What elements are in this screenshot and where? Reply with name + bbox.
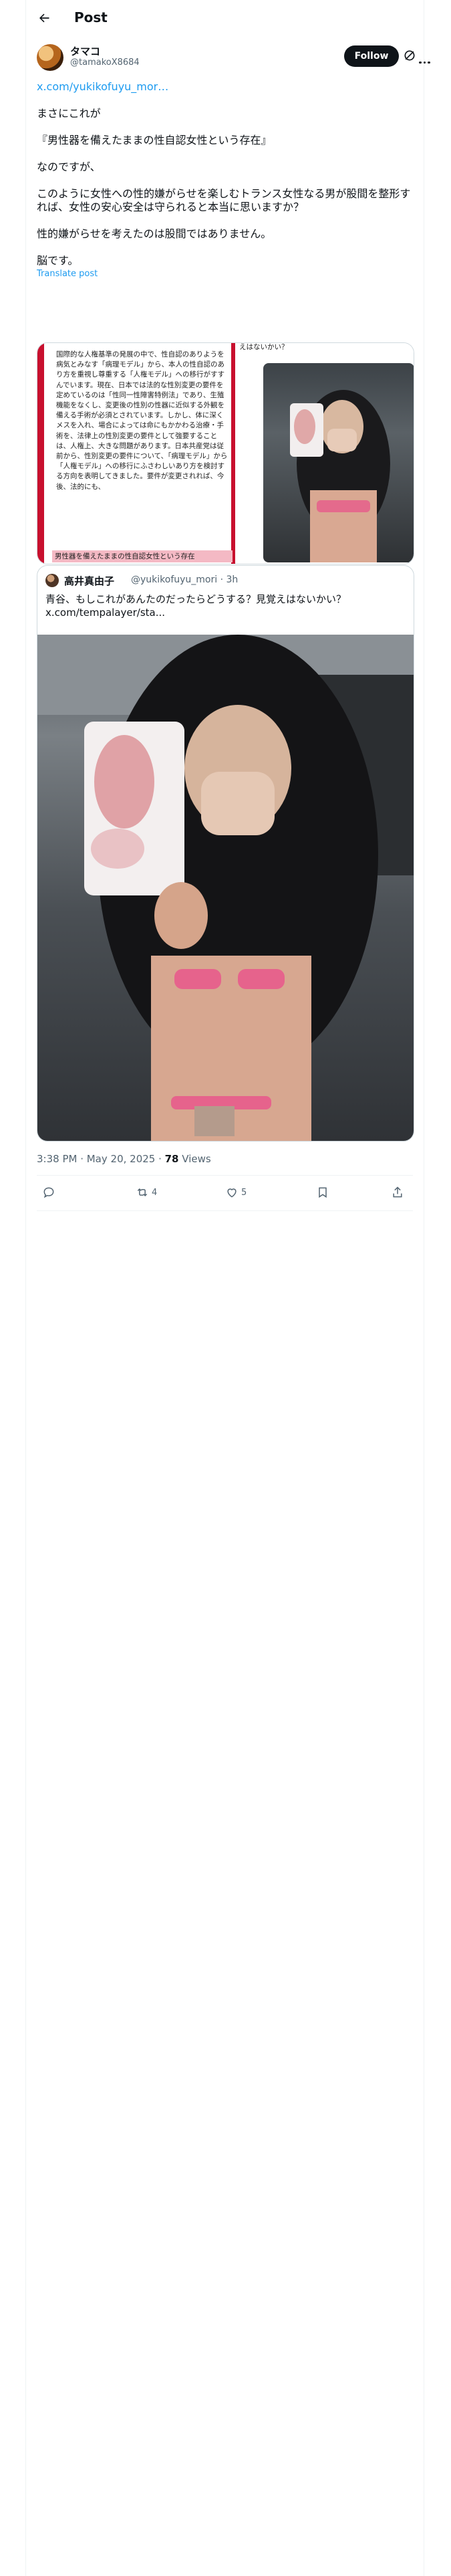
top-bar: Post [26, 0, 424, 35]
repost-icon [137, 1188, 148, 1197]
reply-icon [43, 1187, 54, 1198]
share-button[interactable] [391, 1185, 407, 1200]
post-link[interactable]: x.com/yukikofuyu_mor… [37, 80, 413, 94]
post-timestamp[interactable]: 3:38 PM · May 20, 2025 · [37, 1153, 165, 1165]
repost-count: 4 [152, 1187, 158, 1198]
quoted-post[interactable]: 高井真由子 @yukikofuyu_mori · 3h 青谷、もしこれがあんたの… [37, 565, 414, 1142]
post-line: 性的嫌がらせを考えたのは股間ではありません。 [37, 227, 272, 240]
post-meta: 3:38 PM · May 20, 2025 · 78 Views [37, 1153, 211, 1165]
grok-icon[interactable] [403, 49, 416, 62]
repost-button[interactable]: 4 [136, 1185, 157, 1200]
heart-icon [227, 1188, 237, 1198]
views-label: Views [178, 1153, 211, 1165]
quote-text: 青谷、もしこれがあんたのだったらどうする？見覚えはないかい？ x.com/tem… [45, 593, 406, 619]
reply-button[interactable] [42, 1185, 58, 1200]
like-count: 5 [241, 1187, 247, 1198]
photo-caption: えはないかい？ [239, 343, 289, 351]
post-media[interactable]: 国際的な人権基準の発展の中で、性自認のありようを病気とみなす「病理モデル」から、… [37, 342, 414, 564]
post-line: このように女性への性的嫌がらせを楽しむトランス女性なる男が股間を整形すれば、女性… [37, 187, 411, 213]
more-icon[interactable] [419, 53, 432, 64]
follow-button[interactable]: Follow [344, 45, 399, 67]
views-count: 78 [164, 1153, 179, 1165]
post-line: 脳です。 [37, 254, 79, 267]
post-line: なのですが、 [37, 160, 101, 173]
highlight-text: 男性器を備えたままの性自認女性という存在 [55, 552, 195, 560]
like-button[interactable]: 5 [225, 1185, 247, 1200]
quote-photo-figure [37, 635, 414, 1141]
post-line: 『男性器を備えたままの性自認女性という存在』 [37, 134, 272, 146]
quote-author-name: 高井真由子 [64, 575, 115, 587]
author-handle[interactable]: @tamakoX8684 [70, 58, 140, 68]
quote-author-handle: @yukikofuyu_mori · 3h [131, 574, 239, 585]
document-image: 国際的な人権基準の発展の中で、性自認のありようを病気とみなす「病理モデル」から、… [37, 343, 235, 564]
share-icon [393, 1186, 402, 1198]
bookmark-button[interactable] [316, 1185, 332, 1200]
page-title: Post [74, 9, 108, 25]
arrow-left-icon [39, 13, 49, 23]
post-text: x.com/yukikofuyu_mor… まさにこれが 『男性器を備えたままの… [37, 80, 413, 281]
post-line: まさにこれが [37, 107, 101, 120]
quote-avatar [45, 574, 59, 587]
translate-link[interactable]: Translate post [37, 267, 413, 281]
quote-link[interactable]: x.com/tempalayer/sta... [45, 606, 406, 619]
divider [37, 1210, 413, 1211]
main-column: Post タマコ @tamakoX8684 Follow x.com/yukik… [25, 0, 430, 2576]
avatar[interactable] [37, 44, 63, 71]
photo-panel: えはないかい？ [237, 343, 414, 564]
author-name[interactable]: タマコ [70, 44, 100, 58]
bookmark-icon [319, 1187, 327, 1198]
post-author: タマコ @tamakoX8684 Follow [37, 43, 430, 74]
document-text: 国際的な人権基準の発展の中で、性自認のありようを病気とみなす「病理モデル」から、… [56, 350, 228, 491]
photo-thumbnail [263, 363, 414, 562]
action-bar: 4 5 [37, 1176, 413, 1210]
quote-body: 青谷、もしこれがあんたのだったらどうする？見覚えはないかい？ [45, 593, 347, 605]
back-button[interactable] [35, 9, 53, 27]
quote-photo[interactable] [37, 635, 414, 1141]
photo-figure [290, 390, 390, 562]
